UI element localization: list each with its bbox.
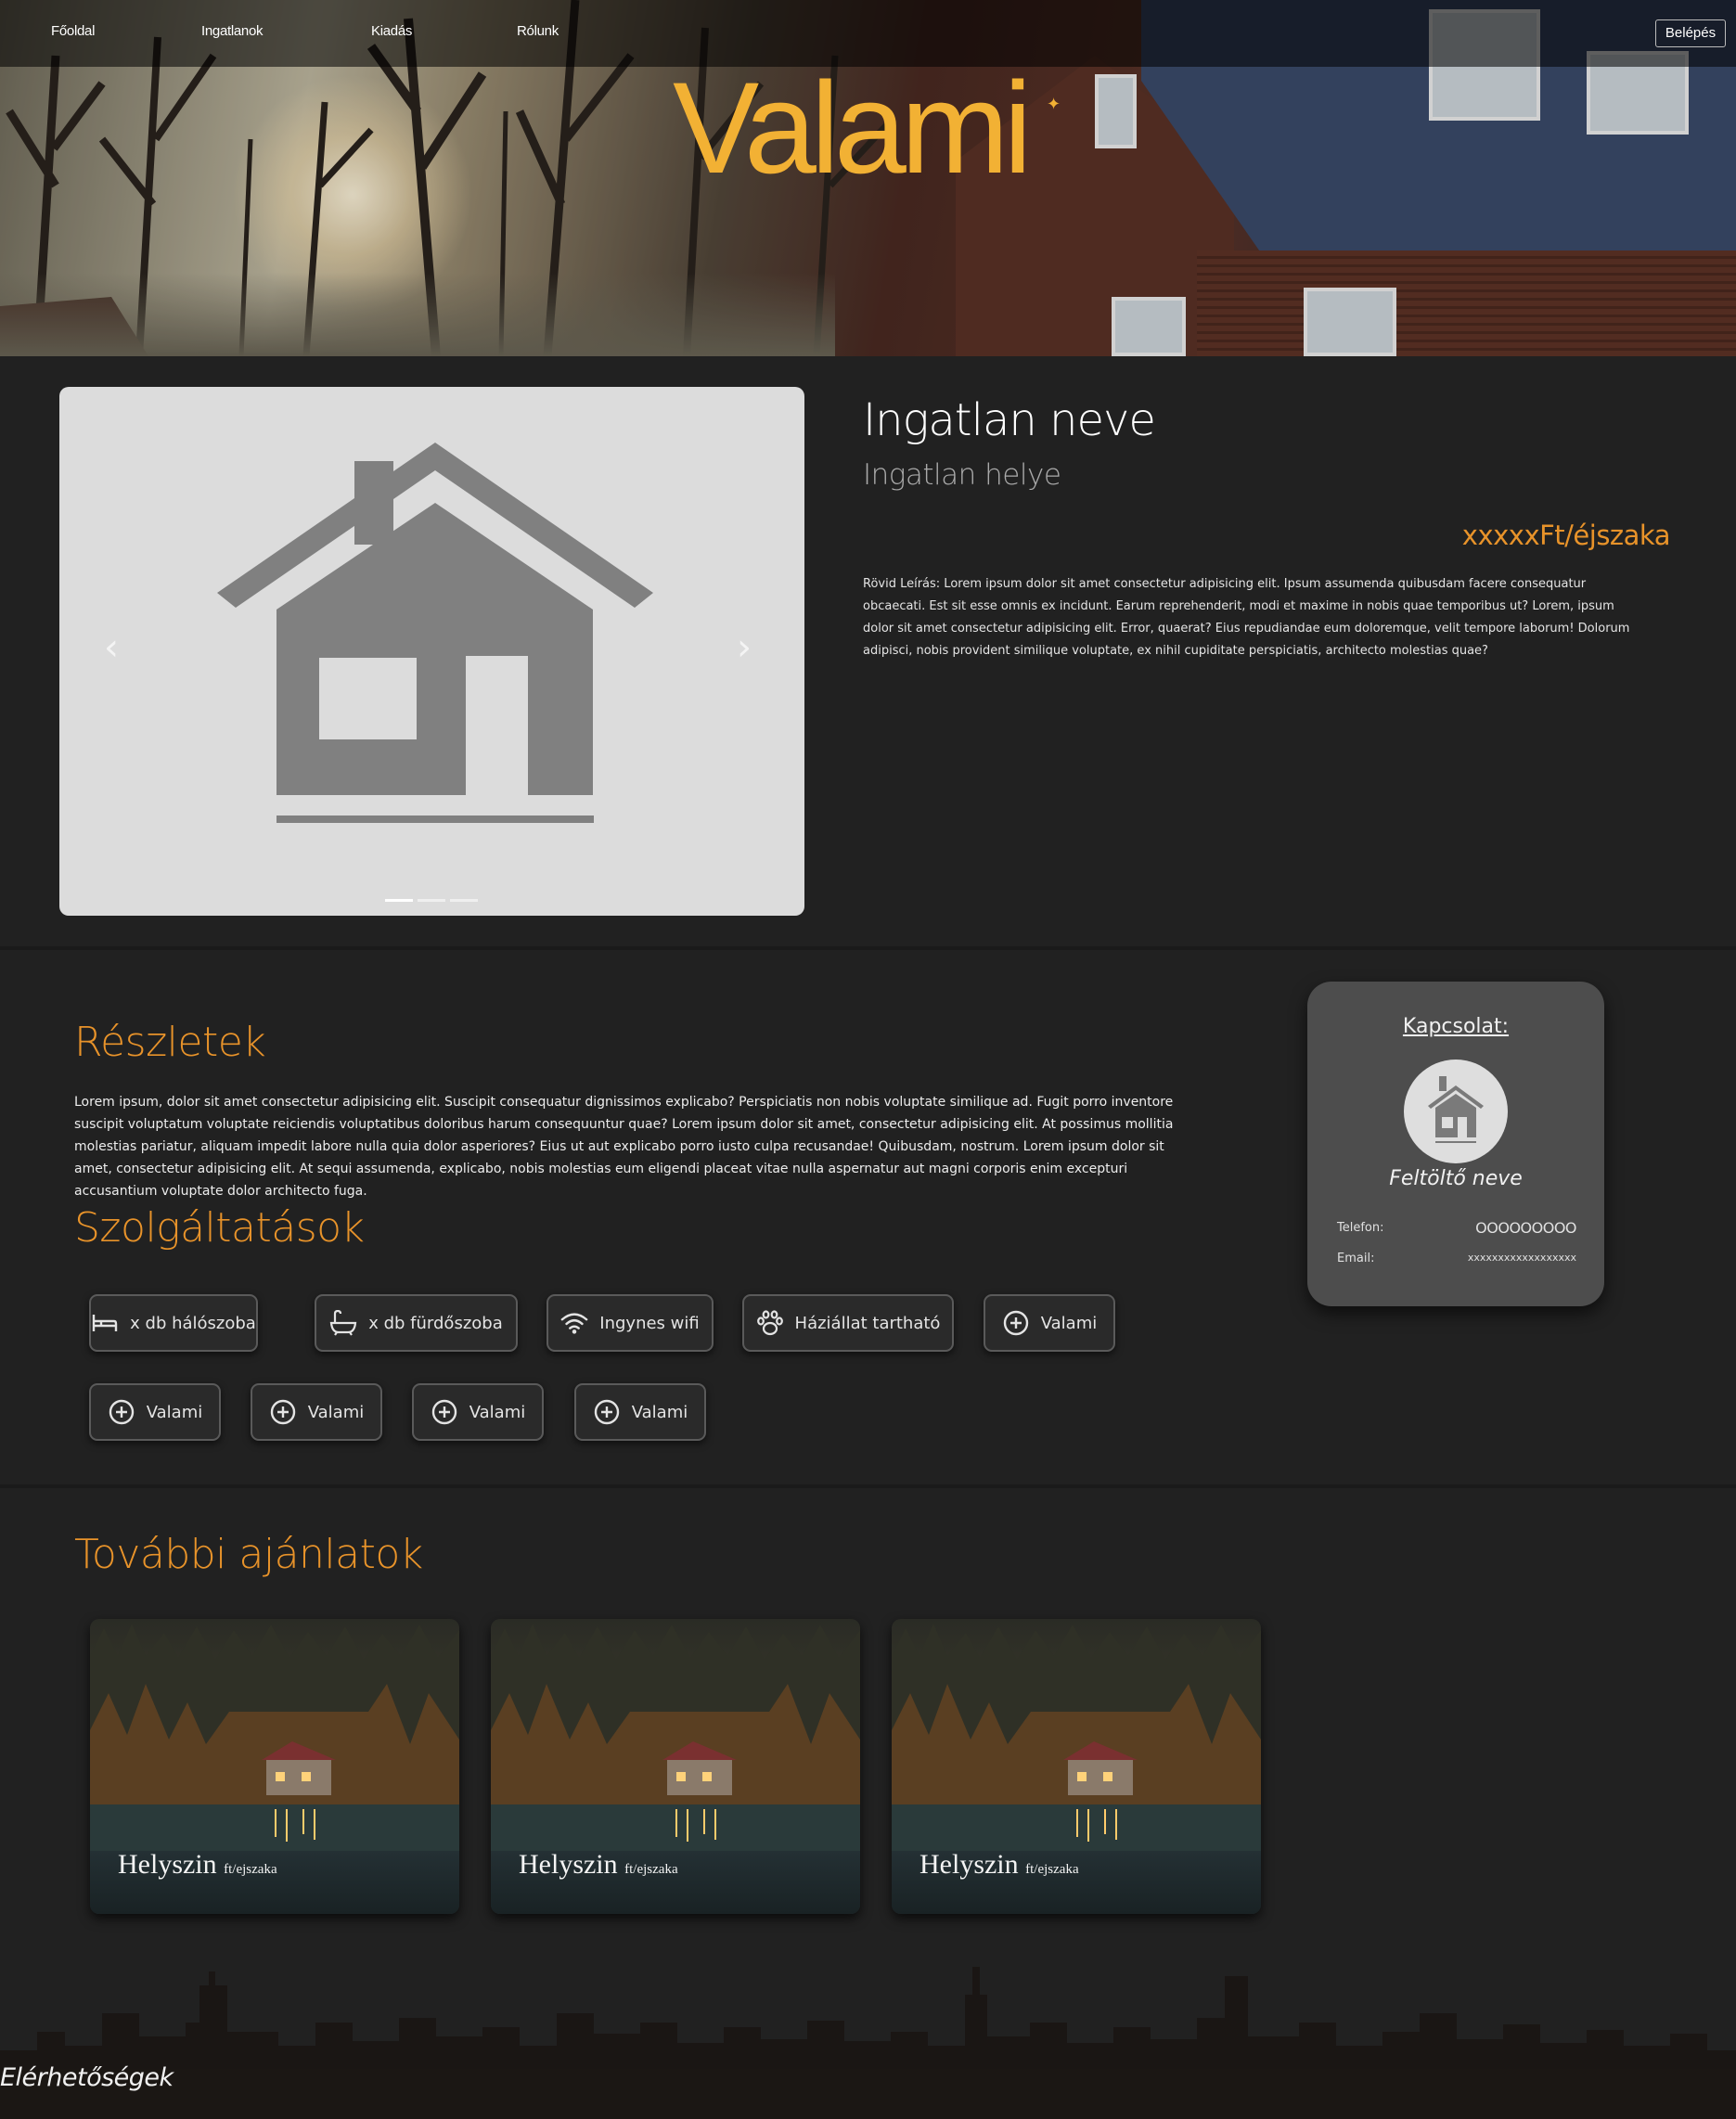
property-name: Ingatlan neve xyxy=(863,394,1156,446)
offer-card-unit: ft/ejszaka xyxy=(224,1862,277,1877)
footer-skyline xyxy=(0,1967,1736,2119)
offer-card-place: Helyszin xyxy=(919,1849,1019,1880)
service-label: x db fürdőszoba xyxy=(368,1313,503,1333)
service-pets: Háziállat tartható xyxy=(742,1294,954,1352)
offer-card[interactable]: Helyszin ft/ejszaka xyxy=(892,1619,1261,1914)
plus-circle-icon xyxy=(269,1398,297,1426)
plus-circle-icon xyxy=(593,1398,621,1426)
sparkle-icon: ✦ xyxy=(1047,95,1061,114)
service-other: Valami xyxy=(89,1383,221,1441)
nav-link-properties[interactable]: Ingatlanok xyxy=(201,23,264,39)
offer-card-image xyxy=(491,1624,860,1851)
service-label: Valami xyxy=(631,1402,688,1422)
service-label: Háziállat tartható xyxy=(794,1313,941,1333)
service-other: Valami xyxy=(984,1294,1115,1352)
avatar xyxy=(1404,1060,1508,1163)
offer-card-place: Helyszin xyxy=(519,1849,618,1880)
property-location: Ingatlan helye xyxy=(863,458,1061,492)
email-value[interactable]: xxxxxxxxxxxxxxxxxx xyxy=(1468,1252,1576,1264)
login-button[interactable]: Belépés xyxy=(1655,19,1726,47)
hero-banner: Főoldal Ingatlanok Kiadás Rólunk Belépés… xyxy=(0,0,1736,356)
service-wifi: Ingynes wifi xyxy=(547,1294,714,1352)
plus-circle-icon xyxy=(431,1398,458,1426)
service-bathrooms: x db fürdőszoba xyxy=(315,1294,518,1352)
property-price: xxxxxFt/éjszaka xyxy=(1461,520,1671,551)
page: Főoldal Ingatlanok Kiadás Rólunk Belépés… xyxy=(0,0,1736,2119)
paw-icon xyxy=(756,1309,784,1337)
service-label: Valami xyxy=(469,1402,526,1422)
image-carousel: ‹ › xyxy=(59,387,804,916)
offer-card-image xyxy=(90,1624,459,1851)
contact-title: Kapcsolat: xyxy=(1402,1015,1510,1038)
phone-label: Telefon: xyxy=(1337,1221,1384,1235)
offers-heading: További ajánlatok xyxy=(74,1531,423,1578)
email-label: Email: xyxy=(1337,1252,1375,1265)
nav-link-rent[interactable]: Kiadás xyxy=(371,23,412,39)
brand-logo[interactable]: Valami xyxy=(673,63,1033,193)
carousel-indicator[interactable] xyxy=(385,899,413,902)
offer-card[interactable]: Helyszin ft/ejszaka xyxy=(491,1619,860,1914)
carousel-indicator[interactable] xyxy=(418,899,445,902)
section-divider xyxy=(0,1484,1736,1488)
offer-card-unit: ft/ejszaka xyxy=(624,1862,678,1877)
offer-card[interactable]: Helyszin ft/ejszaka xyxy=(90,1619,459,1914)
contact-card: Kapcsolat: Feltöltő neve Telefon: OOOOOO… xyxy=(1307,982,1604,1306)
service-label: x db hálószoba xyxy=(130,1313,256,1333)
offer-card-place: Helyszin xyxy=(118,1849,217,1880)
phone-value[interactable]: OOOOOOOOO xyxy=(1475,1219,1576,1237)
section-divider xyxy=(0,946,1736,950)
service-label: Valami xyxy=(1040,1313,1098,1333)
carousel-next-button[interactable]: › xyxy=(737,626,752,669)
services-heading: Szolgáltatások xyxy=(74,1204,365,1252)
carousel-indicator[interactable] xyxy=(450,899,478,902)
offer-card-caption: Helyszin ft/ejszaka xyxy=(118,1849,277,1881)
plus-circle-icon xyxy=(108,1398,135,1426)
service-label: Valami xyxy=(146,1402,203,1422)
service-other: Valami xyxy=(412,1383,544,1441)
property-short-description: Rövid Leírás: Lorem ipsum dolor sit amet… xyxy=(863,577,1630,658)
offer-card-caption: Helyszin ft/ejszaka xyxy=(519,1849,678,1881)
house-placeholder-icon xyxy=(217,443,653,823)
wifi-icon xyxy=(560,1309,588,1337)
details-heading: Részletek xyxy=(74,1019,266,1066)
footer-title: Elérhetőségek xyxy=(0,2063,174,2092)
service-label: Valami xyxy=(307,1402,365,1422)
bed-icon xyxy=(91,1309,119,1337)
carousel-indicators xyxy=(385,888,482,905)
uploader-name: Feltöltő neve xyxy=(1389,1167,1523,1190)
bathtub-icon xyxy=(329,1309,357,1337)
service-other: Valami xyxy=(251,1383,382,1441)
nav-link-about[interactable]: Rólunk xyxy=(517,23,559,39)
offer-card-caption: Helyszin ft/ejszaka xyxy=(919,1849,1079,1881)
nav-link-home[interactable]: Főoldal xyxy=(51,23,95,39)
house-avatar-icon xyxy=(1428,1076,1484,1143)
carousel-prev-button[interactable]: ‹ xyxy=(104,626,119,669)
offer-card-unit: ft/ejszaka xyxy=(1025,1862,1079,1877)
service-other: Valami xyxy=(574,1383,706,1441)
service-label: Ingynes wifi xyxy=(599,1313,700,1333)
offer-card-image xyxy=(892,1624,1261,1851)
service-bedrooms: x db hálószoba xyxy=(89,1294,258,1352)
plus-circle-icon xyxy=(1002,1309,1030,1337)
details-text: Lorem ipsum, dolor sit amet consectetur … xyxy=(74,1095,1174,1199)
